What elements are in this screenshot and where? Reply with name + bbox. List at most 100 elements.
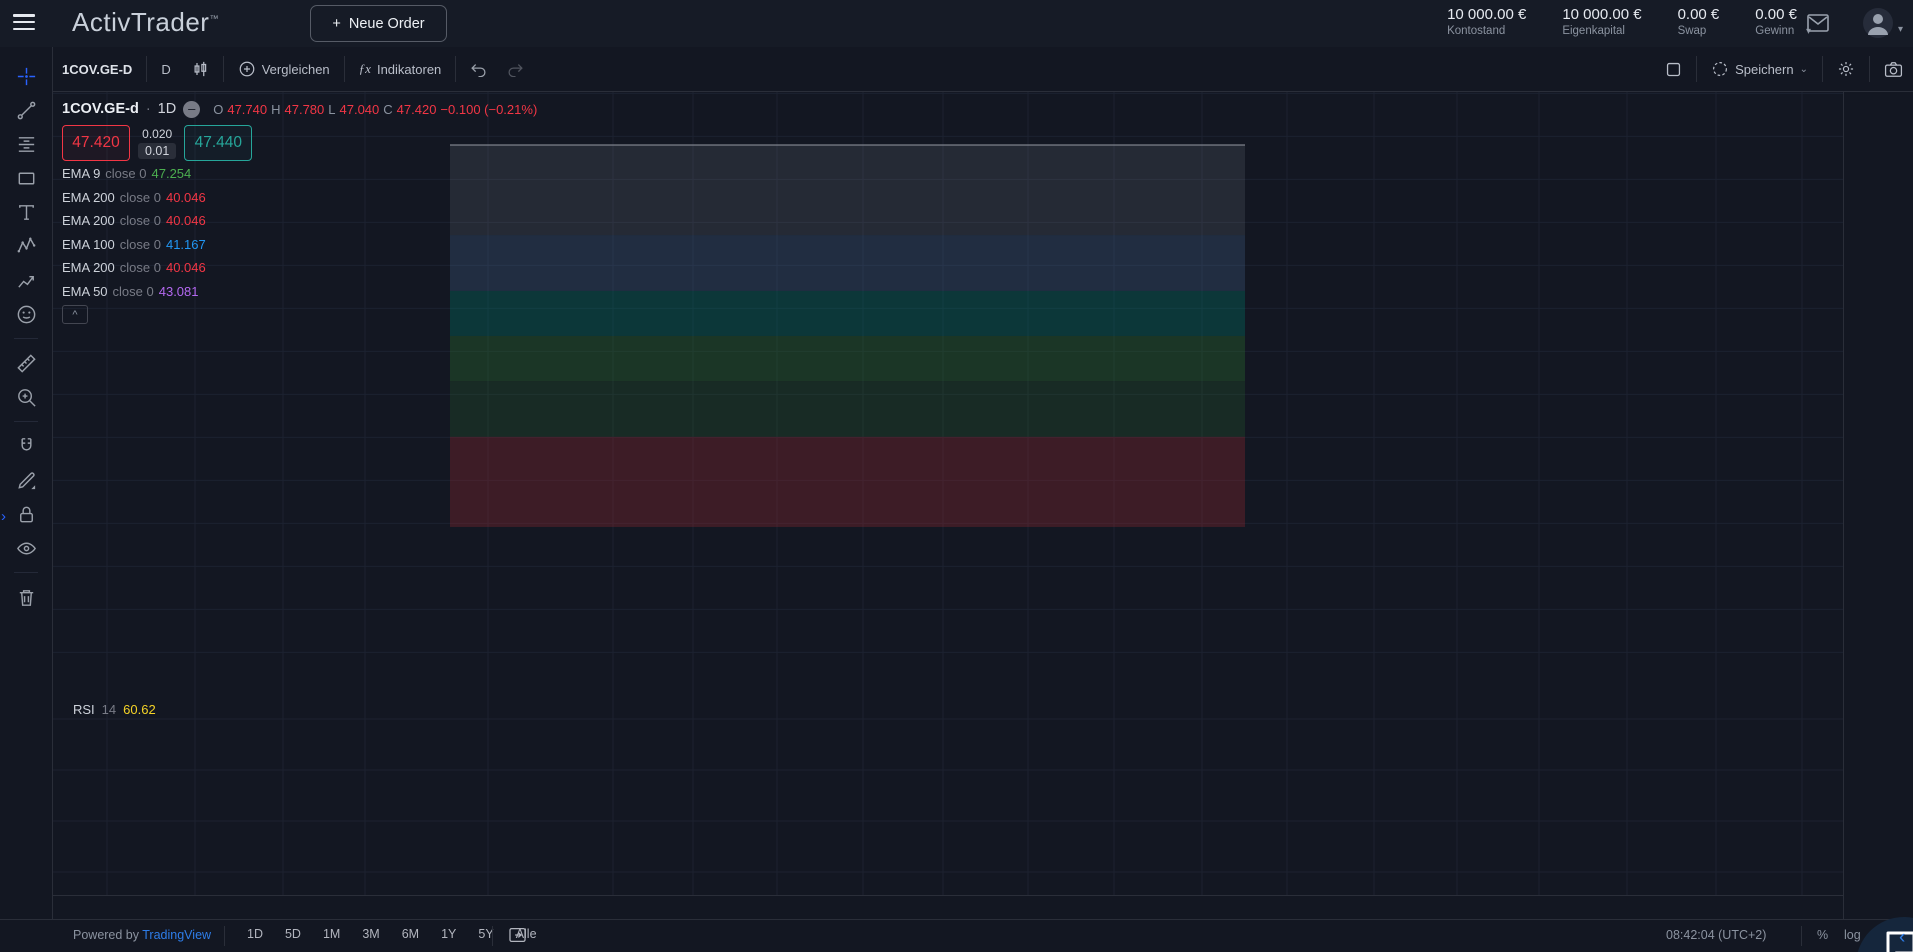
indicator-row[interactable]: EMA 50close 043.081 [62,280,537,304]
forecast-icon [15,269,38,292]
indicator-legend: EMA 9close 047.254EMA 200close 040.046EM… [62,162,537,303]
trend-line-icon [15,99,38,122]
fib-retracement[interactable] [450,145,1245,527]
trash-tool[interactable] [8,580,44,614]
indicator-value: 40.046 [166,190,206,205]
stat-value: 10 000.00 € [1447,6,1526,24]
indicator-value: 40.046 [166,260,206,275]
legend-collapse-button[interactable]: ^ [62,305,88,324]
crosshair-tool[interactable] [8,59,44,93]
pattern-tool[interactable] [8,229,44,263]
indicator-row[interactable]: EMA 200close 040.046 [62,256,537,280]
mail-icon[interactable] [1806,12,1830,39]
fullscreen-button[interactable] [1655,54,1692,84]
log-scale-button[interactable]: log [1844,928,1861,942]
indicator-row[interactable]: EMA 100close 041.167 [62,233,537,257]
redo-button[interactable] [497,54,534,84]
trend-line-tool[interactable] [8,93,44,127]
account-stat: 10 000.00 €Eigenkapital [1562,6,1641,38]
range-button-5y[interactable]: 5Y [469,923,502,945]
range-button-5d[interactable]: 5D [276,923,310,945]
price-axis[interactable] [1843,91,1913,920]
interval-button[interactable]: D [151,54,180,84]
indicator-value: 43.081 [159,284,199,299]
clock[interactable]: 08:42:04 (UTC+2) [1666,928,1766,942]
text-icon [15,201,38,224]
undo-button[interactable] [460,54,497,84]
eye-tool[interactable] [8,531,44,565]
indicator-row[interactable]: EMA 200close 040.046 [62,209,537,233]
account-stats: 10 000.00 €Kontostand 10 000.00 €Eigenkap… [1447,6,1797,38]
indicator-row[interactable]: EMA 200close 040.046 [62,186,537,210]
plus-icon: + [332,16,340,32]
text-tool[interactable] [8,195,44,229]
avatar[interactable] [1862,7,1894,44]
calendar-icon [508,926,527,944]
legend-ohlc: O47.740 H47.780 L47.040 C47.420 −0.100 (… [213,102,537,117]
stat-value: 0.00 € [1755,6,1797,24]
new-order-button[interactable]: + Neue Order [310,5,447,42]
indicators-fx-icon: ƒx [359,61,371,77]
top-header: ActivTrader™ + Neue Order 10 000.00 €Kon… [0,0,1913,47]
candlestick-icon [191,60,209,78]
symbol-button[interactable]: 1COV.GE-D [52,54,142,84]
toolbar-divider [14,421,38,422]
range-button-1y[interactable]: 1Y [432,923,465,945]
stat-label: Swap [1678,24,1720,38]
indicators-button[interactable]: ƒx Indikatoren [349,54,452,84]
goto-date-button[interactable] [508,926,527,947]
fibonacci-tool[interactable] [8,127,44,161]
range-button-6m[interactable]: 6M [393,923,428,945]
shapes-tool[interactable] [8,161,44,195]
indicator-name: EMA 200 [62,213,115,228]
legend-interval[interactable]: 1D [158,101,177,117]
menu-icon[interactable] [13,14,35,32]
chart-style-button[interactable] [181,54,219,84]
time-axis[interactable] [52,895,1843,921]
ruler-tool[interactable] [8,346,44,380]
indicator-value: 47.254 [152,166,192,181]
forecast-tool[interactable] [8,263,44,297]
activtrader-app: ActivTrader™ + Neue Order 10 000.00 €Kon… [0,0,1913,952]
range-button-1m[interactable]: 1M [314,923,349,945]
magnet-tool[interactable] [8,429,44,463]
brand-logo: ActivTrader™ [72,7,219,38]
fibonacci-icon [15,133,38,156]
range-button-3m[interactable]: 3M [353,923,388,945]
snapshot-button[interactable] [1874,54,1913,84]
emoji-icon [15,303,38,326]
magnet-icon [15,435,38,458]
buy-button[interactable]: 47.440 [184,125,252,161]
indicator-name: EMA 9 [62,166,100,181]
shapes-icon [15,167,38,190]
tradingview-link[interactable]: TradingView [142,928,211,942]
object-tree-arrow-icon[interactable]: › [1,508,6,525]
zoom-in-icon [15,386,38,409]
range-button-1d[interactable]: 1D [238,923,272,945]
rsi-legend: RSI 14 60.62 [73,702,156,717]
compare-button[interactable]: Vergleichen [228,54,340,84]
chat-icon [1882,928,1913,952]
zoom-in-tool[interactable] [8,380,44,414]
collapse-panel-icon[interactable]: ‹ [1899,927,1905,949]
crosshair-icon [15,65,38,88]
legend-symbol[interactable]: 1COV.GE-d [62,101,139,117]
legend-hide-icon[interactable]: – [183,101,200,118]
indicator-params: close 0 [105,166,146,181]
chart-settings-button[interactable] [1827,54,1865,84]
stat-label: Kontostand [1447,24,1526,38]
indicator-params: close 0 [120,190,161,205]
draw-tool[interactable] [8,463,44,497]
emoji-tool[interactable] [8,297,44,331]
sell-button[interactable]: 47.420 [62,125,130,161]
save-layout-button[interactable]: Speichern ⌄ [1701,54,1818,84]
camera-icon [1884,61,1903,78]
undo-icon [470,62,487,77]
lock-tool[interactable] [8,497,44,531]
account-stat: 0.00 €Gewinn▾ [1755,6,1797,38]
chart-footer: Powered by TradingView 1D5D1M3M6M1Y5YAll… [0,919,1913,952]
chart-toolbar: 1COV.GE-D D Vergleichen ƒx Indikatoren [52,47,1913,92]
percent-scale-button[interactable]: % [1817,928,1828,942]
indicator-row[interactable]: EMA 9 close 0 47.254 [62,162,537,186]
account-caret-icon[interactable]: ▾ [1898,24,1903,35]
